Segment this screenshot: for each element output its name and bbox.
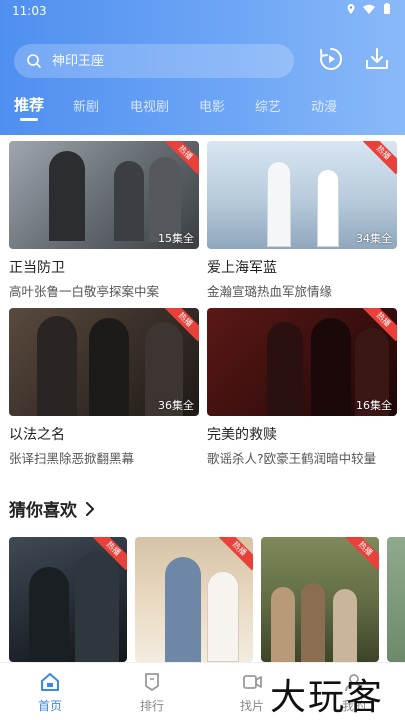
episode-count: 16集全 — [356, 399, 392, 412]
download-icon — [366, 48, 388, 69]
hot-badge: 热播 — [363, 141, 397, 175]
top-header: 11:03 推荐 新剧 电视剧 电影 综艺 动漫 — [0, 0, 405, 135]
nav-find-film-label: 找片 — [239, 699, 264, 713]
active-tab-indicator — [20, 118, 38, 121]
recommend-poster[interactable]: 热播 — [9, 537, 127, 662]
show-poster[interactable]: 热播 36集全 — [9, 308, 199, 416]
show-card[interactable]: 热播 16集全 完美的救赎 歌谣杀人?欧豪王鹤润暗中较量 — [207, 308, 397, 467]
show-card[interactable]: 热播 36集全 以法之名 张译扫黑除恶掀翻黑幕 — [9, 308, 199, 467]
tab-tv-series[interactable]: 电视剧 — [130, 96, 169, 115]
history-button[interactable] — [316, 44, 346, 74]
show-title[interactable]: 完美的救赎 — [207, 424, 397, 444]
home-icon — [41, 673, 59, 691]
show-card[interactable]: 热播 15集全 正当防卫 高叶张鲁一白敬亭探案中案 — [9, 141, 199, 300]
show-poster[interactable]: 热播 16集全 — [207, 308, 397, 416]
status-bar: 11:03 — [0, 0, 405, 22]
nav-home-label: 首页 — [37, 699, 62, 713]
search-input[interactable] — [52, 53, 272, 69]
show-subtitle: 歌谣杀人?欧豪王鹤润暗中较量 — [207, 451, 377, 466]
film-search-icon — [243, 675, 262, 689]
tab-movies[interactable]: 电影 — [199, 96, 225, 115]
show-card[interactable]: 热播 34集全 爱上海军蓝 金瀚宣璐热血军旅情缘 — [207, 141, 397, 300]
recommend-row: 热播 热播 热播 — [9, 537, 405, 662]
section-title: 猜你喜欢 — [9, 501, 77, 521]
category-tabs: 推荐 新剧 电视剧 电影 综艺 动漫 — [0, 92, 405, 122]
episode-count: 34集全 — [356, 232, 392, 245]
section-recommend-header[interactable]: 猜你喜欢 — [9, 496, 95, 521]
tab-recommend[interactable]: 推荐 — [14, 94, 44, 115]
recommend-poster[interactable]: 热播 — [135, 537, 253, 662]
nav-ranking-label: 排行 — [139, 699, 164, 713]
nav-home[interactable]: 首页 — [20, 671, 80, 714]
hot-badge: 热播 — [93, 537, 127, 571]
ranking-icon — [145, 673, 159, 691]
show-title[interactable]: 正当防卫 — [9, 257, 199, 277]
tab-new-drama[interactable]: 新剧 — [73, 96, 99, 115]
show-poster[interactable]: 热播 15集全 — [9, 141, 199, 249]
recommend-poster[interactable]: 热播 — [261, 537, 379, 662]
watermark-logo: 大玩客 — [270, 677, 385, 718]
show-title[interactable]: 爱上海军蓝 — [207, 257, 397, 277]
show-subtitle: 张译扫黑除恶掀翻黑幕 — [9, 451, 135, 466]
wifi-icon — [363, 4, 375, 14]
recommend-poster[interactable] — [387, 537, 405, 662]
history-icon — [320, 47, 343, 70]
hot-badge: 热播 — [363, 308, 397, 342]
episode-count: 36集全 — [158, 399, 194, 412]
show-subtitle: 高叶张鲁一白敬亭探案中案 — [9, 284, 160, 299]
nav-ranking[interactable]: 排行 — [122, 671, 182, 714]
hot-badge: 热播 — [219, 537, 253, 571]
status-icons — [345, 3, 393, 15]
battery-icon — [384, 3, 390, 14]
hot-badge: 热播 — [165, 308, 199, 342]
episode-count: 15集全 — [158, 232, 194, 245]
show-title[interactable]: 以法之名 — [9, 424, 199, 444]
download-button[interactable] — [362, 44, 392, 74]
search-icon — [27, 54, 41, 68]
status-time: 11:03 — [12, 4, 47, 18]
location-icon — [347, 4, 355, 14]
tab-anime[interactable]: 动漫 — [311, 96, 337, 115]
show-poster[interactable]: 热播 34集全 — [207, 141, 397, 249]
hot-badge: 热播 — [345, 537, 379, 571]
show-subtitle: 金瀚宣璐热血军旅情缘 — [207, 284, 333, 299]
chevron-right-icon — [86, 501, 94, 516]
hot-badge: 热播 — [165, 141, 199, 175]
search-bar[interactable] — [14, 44, 294, 78]
tab-variety[interactable]: 综艺 — [255, 96, 281, 115]
